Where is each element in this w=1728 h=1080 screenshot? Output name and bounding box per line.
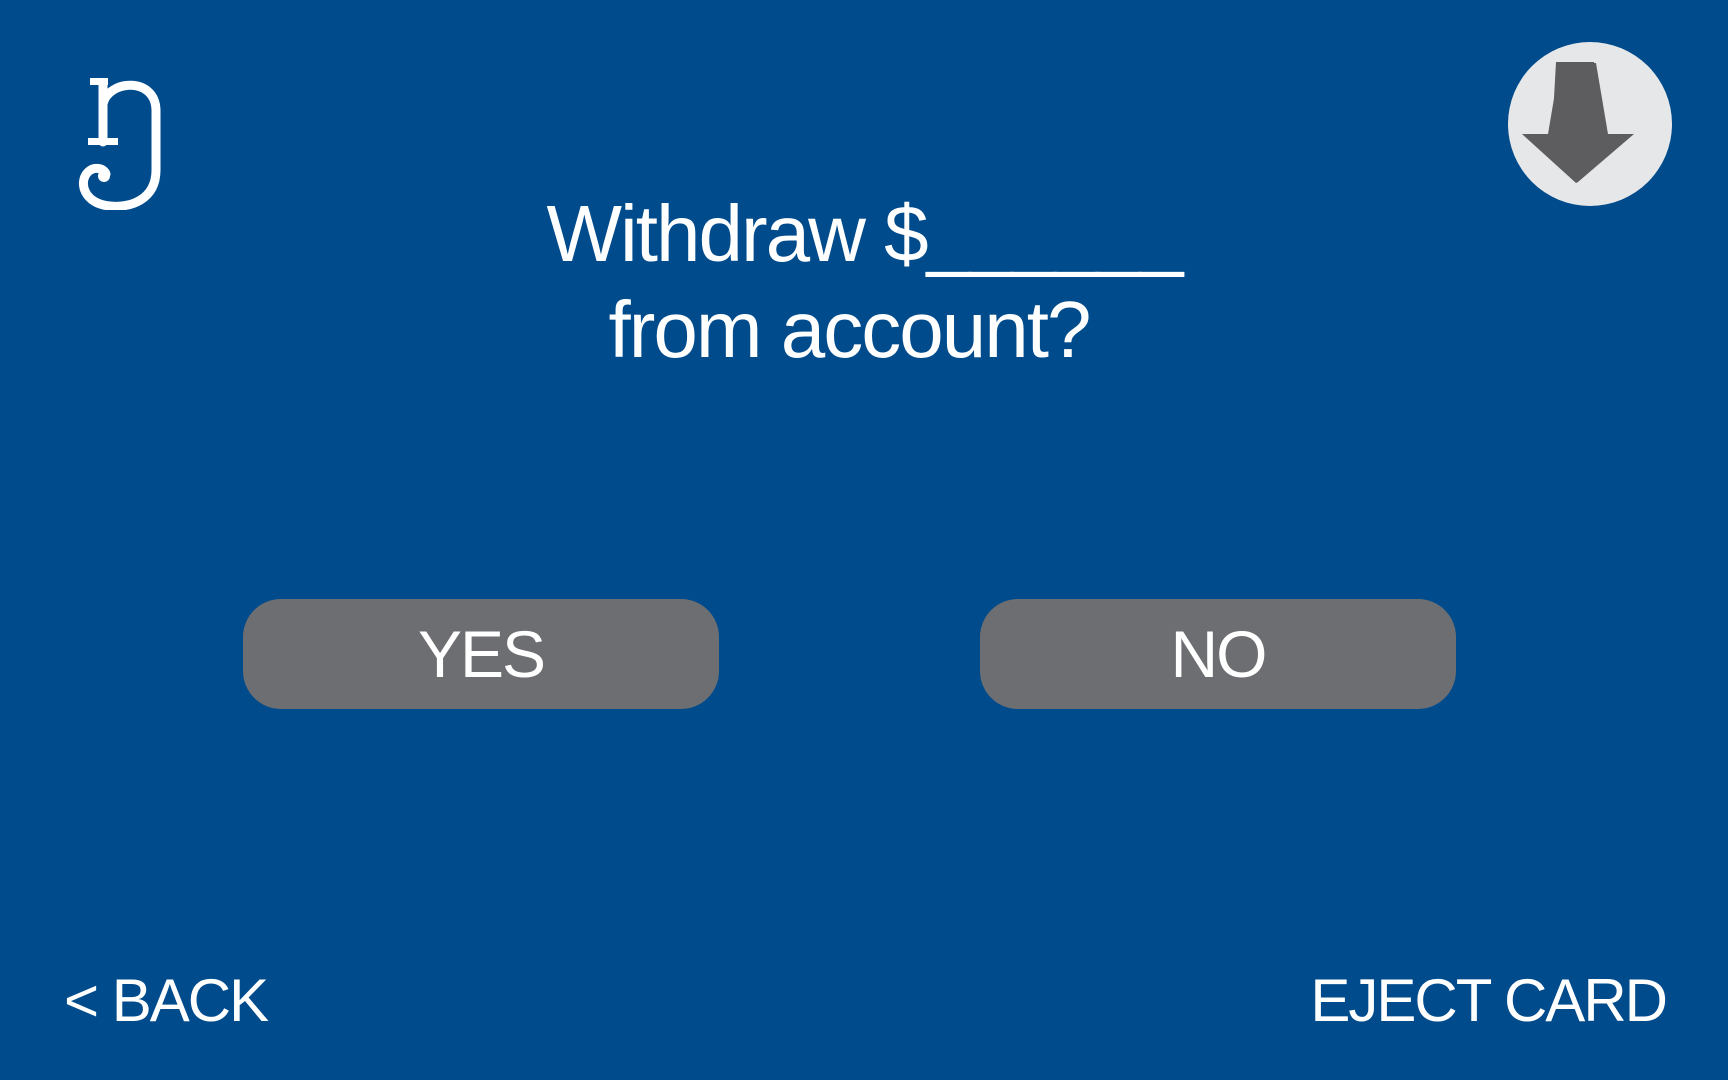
prompt-line-1: Withdraw $______ (546, 189, 1183, 278)
no-button[interactable]: NO (980, 599, 1456, 709)
withdraw-prompt: Withdraw $______ from account? (0, 186, 1728, 378)
download-button[interactable] (1508, 42, 1672, 206)
back-link[interactable]: < BACK (64, 966, 269, 1036)
yes-button[interactable]: YES (243, 599, 719, 709)
prompt-line-2: from account? (608, 285, 1092, 374)
eject-card-link[interactable]: EJECT CARD (1310, 966, 1668, 1036)
down-arrow-icon (1522, 62, 1634, 183)
